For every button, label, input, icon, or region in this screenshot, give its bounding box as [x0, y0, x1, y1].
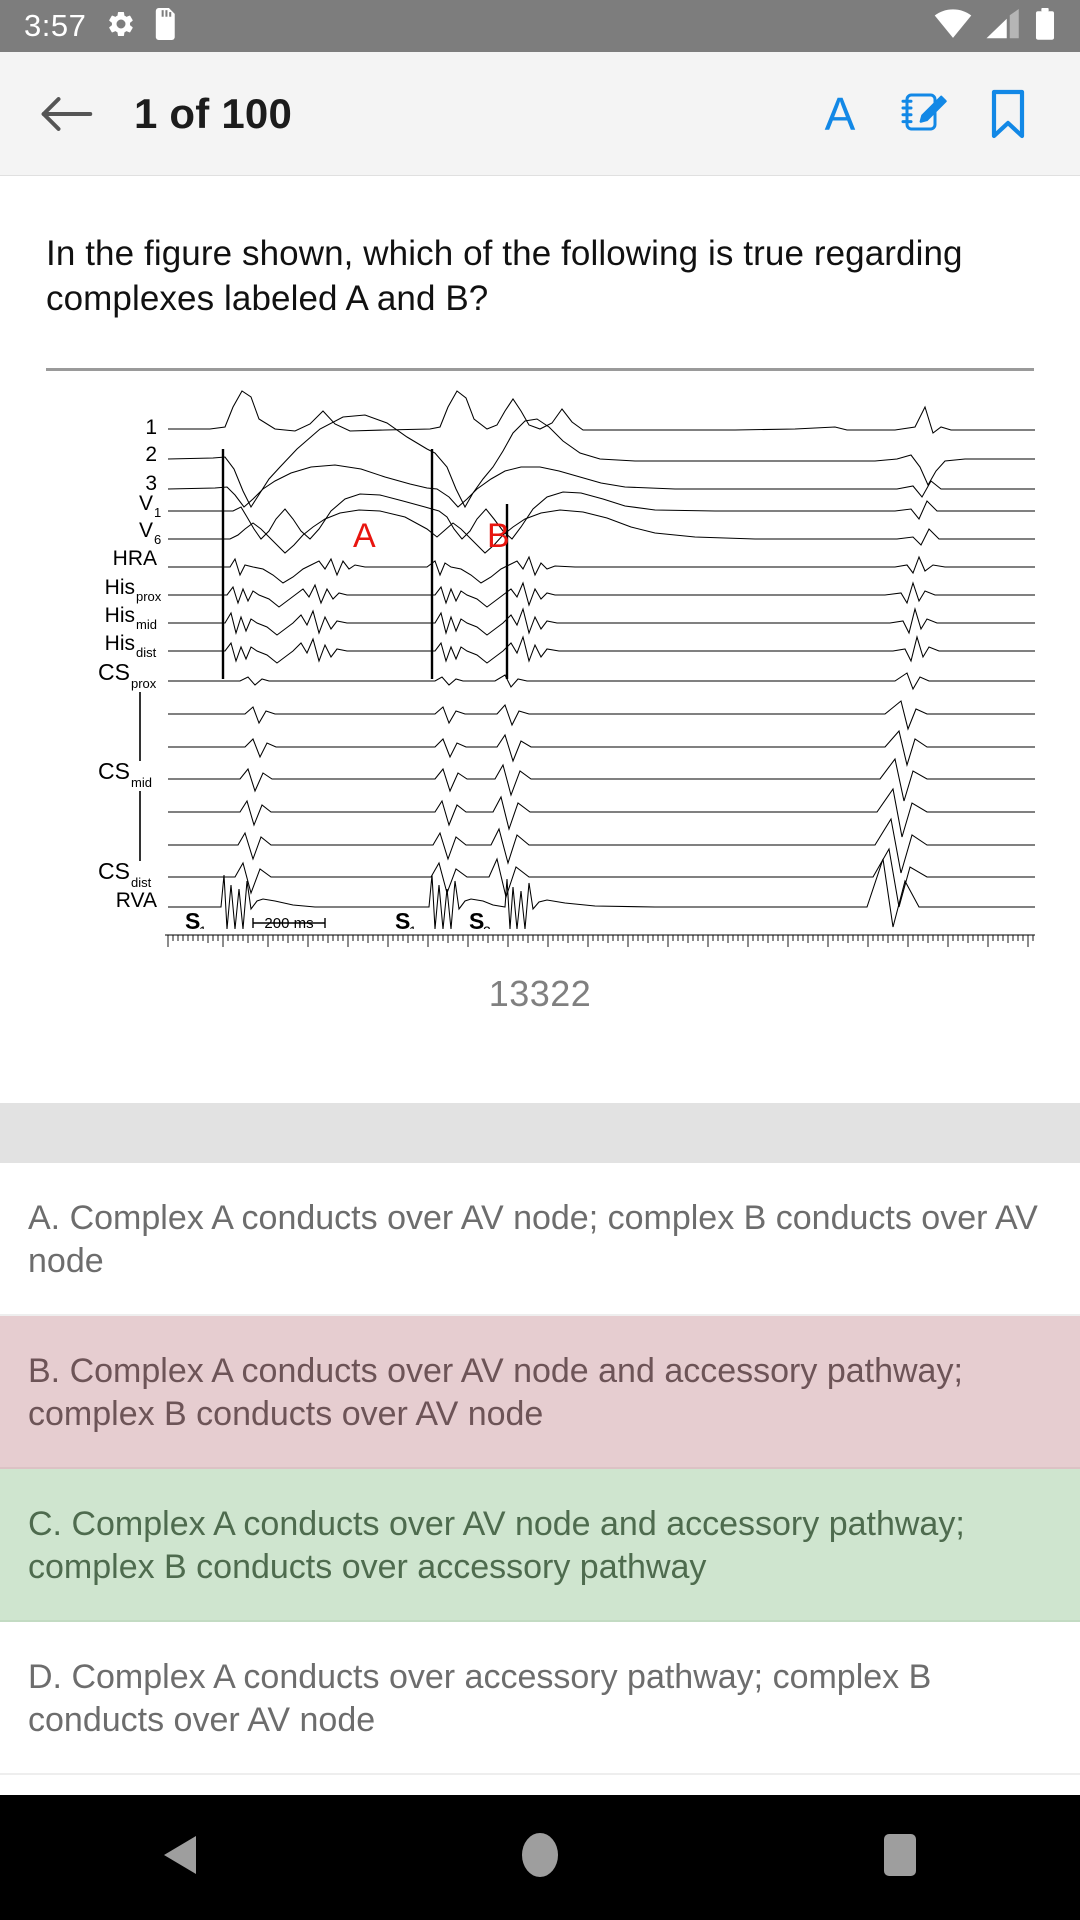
ecg-tracing-svg: 1 2 3 V1 V6 HRA His prox His mid His dist C… [35, 388, 1045, 929]
answer-option-b[interactable]: B. Complex A conducts over AV node and a… [0, 1315, 1080, 1469]
battery-icon [1034, 7, 1056, 45]
figure-number: 13322 [488, 972, 592, 1014]
figure-container: 1 2 3 V1 V6 HRA His prox His mid His dist C… [0, 371, 1080, 1015]
status-bar: 3:57 [0, 0, 1080, 52]
answer-list: A. Complex A conducts over AV node; comp… [0, 1162, 1080, 1775]
triangle-back-icon [160, 1833, 200, 1882]
answers-separator-band [0, 1102, 1080, 1163]
question-content: In the figure shown, which of the follow… [0, 176, 1080, 1775]
svg-text:mid: mid [136, 617, 157, 632]
font-size-button[interactable]: A [798, 72, 882, 156]
svg-text:prox: prox [131, 676, 157, 691]
status-clock: 3:57 [24, 8, 87, 43]
svg-text:V: V [139, 492, 153, 515]
status-notification-icons [106, 7, 178, 45]
time-ruler-svg [165, 934, 1035, 947]
annotation-a: A [353, 517, 376, 555]
nav-home-button[interactable] [460, 1795, 620, 1920]
ecg-figure[interactable]: 1 2 3 V1 V6 HRA His prox His mid His dist C… [0, 388, 1080, 929]
svg-text:CS: CS [98, 758, 130, 784]
svg-text:1: 1 [154, 505, 161, 520]
answer-option-d[interactable]: D. Complex A conducts over accessory pat… [0, 1622, 1080, 1775]
answer-option-a[interactable]: A. Complex A conducts over AV node; comp… [0, 1163, 1080, 1316]
back-button[interactable] [34, 82, 98, 146]
svg-text:1: 1 [145, 416, 157, 439]
status-system-icons [934, 7, 1056, 45]
app-toolbar: 1 of 100 A [0, 52, 1080, 176]
wifi-icon [934, 8, 972, 44]
svg-text:His: His [105, 632, 135, 655]
cell-signal-icon [986, 8, 1020, 44]
annotation-b: B [487, 517, 510, 555]
circle-home-icon [519, 1831, 561, 1884]
svg-text:2: 2 [145, 443, 157, 466]
svg-text:dist: dist [131, 875, 152, 890]
svg-text:prox: prox [136, 589, 162, 604]
system-nav-bar [0, 1795, 1080, 1920]
sd-card-icon [154, 7, 178, 45]
nav-back-button[interactable] [100, 1795, 260, 1920]
svg-text:CS: CS [98, 659, 130, 685]
svg-text:mid: mid [131, 775, 152, 790]
notes-button[interactable] [882, 72, 966, 156]
screen-root: 3:57 1 of 100 A In the figure shown, whi… [0, 0, 1080, 1920]
nav-recents-button[interactable] [820, 1795, 980, 1920]
svg-text:His: His [105, 576, 135, 599]
svg-text:HRA: HRA [113, 547, 157, 570]
svg-text:CS: CS [98, 858, 130, 884]
gear-icon [106, 9, 136, 44]
square-recents-icon [882, 1832, 918, 1883]
font-size-icon: A [824, 87, 856, 140]
svg-text:His: His [105, 604, 135, 627]
svg-text:dist: dist [136, 645, 157, 660]
svg-text:V: V [139, 519, 153, 542]
svg-text:RVA: RVA [116, 889, 157, 912]
page-title: 1 of 100 [134, 89, 293, 137]
question-stem: In the figure shown, which of the follow… [46, 234, 963, 318]
svg-text:6: 6 [154, 532, 161, 547]
answer-option-c[interactable]: C. Complex A conducts over AV node and a… [0, 1468, 1080, 1622]
time-ruler-box [0, 929, 1080, 955]
bookmark-button[interactable] [966, 72, 1050, 156]
svg-text:200 ms: 200 ms [264, 915, 313, 929]
